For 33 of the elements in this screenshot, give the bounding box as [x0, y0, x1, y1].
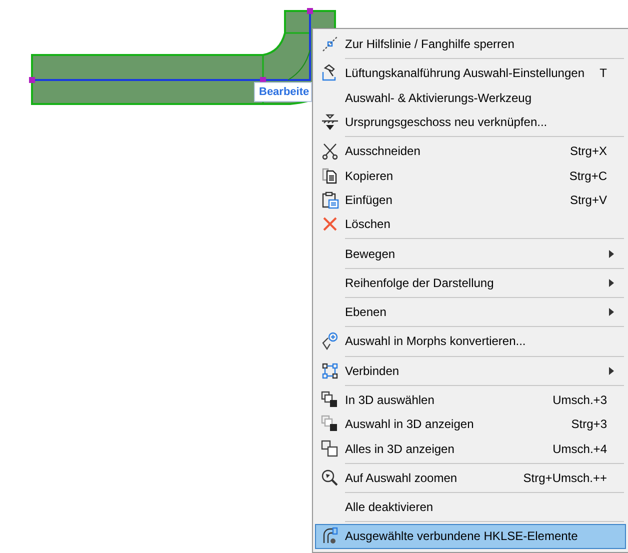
delete-icon	[321, 215, 339, 234]
menu-item[interactable]: Auswahl in 3D anzeigen Strg+3	[315, 412, 626, 436]
tooltip-label: Bearbeite	[254, 82, 312, 102]
zoom-icon	[321, 468, 339, 487]
connect-icon	[321, 362, 339, 380]
menu-item[interactable]: Auswahl- & Aktivierungs-Werkzeug	[315, 86, 626, 110]
menu-item[interactable]: Verbinden	[315, 358, 626, 383]
menu-item[interactable]: Auf Auswahl zoomen Strg+Umsch.++	[315, 466, 626, 490]
morph-icon	[321, 332, 339, 350]
menu-item[interactable]: Löschen	[315, 212, 626, 236]
clipboard-icon	[321, 190, 339, 209]
menu-item[interactable]: Einfügen Strg+V	[315, 188, 626, 212]
menu-item[interactable]: Ausschneiden Strg+X	[315, 139, 626, 164]
menu-item[interactable]: In 3D auswählen Umsch.+3	[315, 388, 626, 412]
menu-item[interactable]: Ausgewählte verbundene HKLSE-Elemente	[315, 524, 626, 549]
snap-line-icon	[321, 35, 339, 54]
menu-item[interactable]: Bewegen	[315, 241, 626, 266]
scissors-icon	[321, 142, 339, 160]
duct-elements-icon	[321, 527, 339, 546]
menu-item[interactable]: Zur Hilfslinie / Fanghilfe sperren	[315, 32, 626, 56]
menu-item[interactable]: Ebenen	[315, 300, 626, 324]
menu-item[interactable]: Auswahl in Morphs konvertieren...	[315, 329, 626, 354]
story-level-icon	[321, 113, 339, 132]
copy-icon	[321, 166, 339, 185]
cubes-icon	[321, 440, 339, 458]
menu-item[interactable]: Lüftungskanalführung Auswahl-Einstellungen T	[315, 61, 626, 86]
menu-item[interactable]: Alle deaktivieren	[315, 495, 626, 520]
menu-item[interactable]: Alles in 3D anzeigen Umsch.+4	[315, 436, 626, 461]
menu-item[interactable]: Kopieren Strg+C	[315, 163, 626, 188]
menu-item[interactable]: Reihenfolge der Darstellung	[315, 270, 626, 295]
cubes-icon	[321, 415, 339, 434]
menu-item[interactable]: Ursprungsgeschoss neu verknüpfen...	[315, 110, 626, 134]
cubes-icon	[321, 391, 339, 409]
